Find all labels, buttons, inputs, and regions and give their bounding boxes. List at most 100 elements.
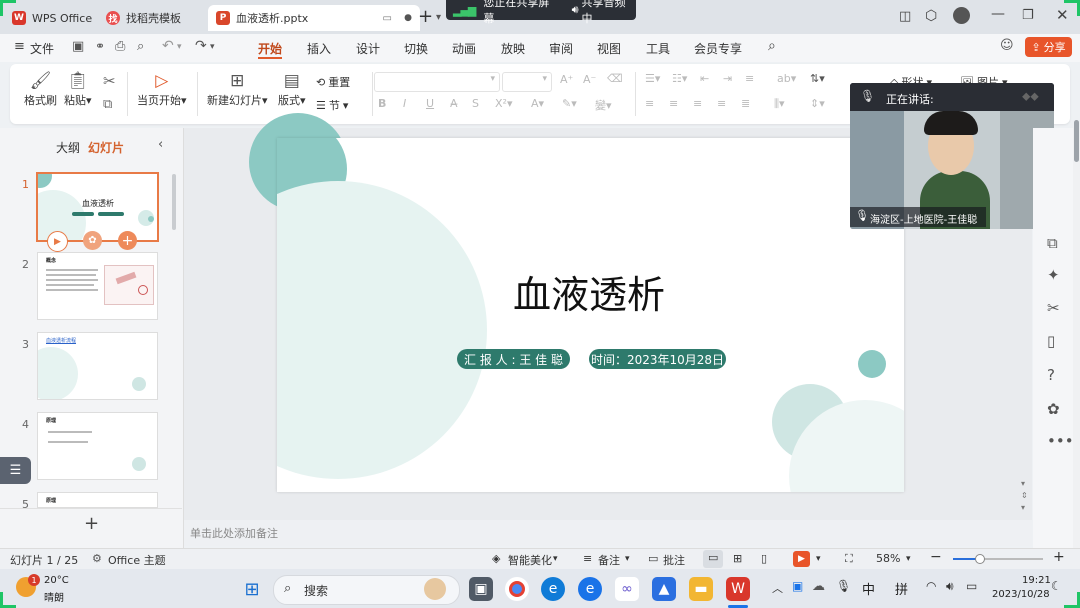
notes-button[interactable]: 备注 — [598, 552, 620, 568]
columns-icon[interactable]: ⫼▾ — [774, 97, 785, 111]
text-direction-icon[interactable]: ⇕▾ — [810, 97, 825, 110]
new-tab-plus-icon[interactable]: + — [418, 6, 433, 27]
bullet-list-icon[interactable]: ☰▾ — [645, 72, 660, 85]
thumbnail-scrollbar[interactable] — [172, 174, 176, 230]
tab-outline[interactable]: 大纲 — [56, 139, 80, 156]
strikethrough-icon[interactable]: A̶ — [450, 97, 458, 110]
numbered-list-icon[interactable]: ☷▾ — [672, 72, 687, 85]
print-preview-icon[interactable]: ⌕ — [137, 39, 144, 54]
photos-app-icon[interactable]: ▲ — [652, 577, 676, 601]
zoom-slider-thumb[interactable] — [975, 554, 985, 564]
chrome-icon[interactable] — [505, 577, 529, 601]
zoom-out-icon[interactable]: − — [930, 549, 942, 565]
effects-panel-icon[interactable]: ✿ — [1047, 400, 1060, 418]
redo-icon[interactable]: ↷ — [195, 38, 207, 54]
menu-file[interactable]: 文件 — [30, 40, 54, 57]
decrease-indent-icon[interactable]: ⇤ — [700, 72, 709, 85]
volume-icon[interactable]: 🔊︎ — [946, 579, 954, 594]
reporter-label[interactable]: 汇 报 人 : 王 佳 聪 — [457, 349, 570, 369]
video-call-overlay[interactable]: 🎙︎ 正在讲话: ⬥⬥ 🎙︎ 海淀区-上地医院-王佳聪 — [850, 83, 1054, 229]
menu-review[interactable]: 审阅 — [549, 40, 573, 57]
beautify-button[interactable]: 智能美化 — [508, 552, 552, 568]
task-view-icon[interactable]: ▣ — [469, 577, 493, 601]
line-spacing-icon[interactable]: ≡ — [745, 72, 754, 85]
chat-bubble-icon[interactable]: ☺ — [1000, 38, 1014, 53]
zoom-level[interactable]: 58% — [876, 552, 900, 565]
italic-icon[interactable]: I — [403, 97, 406, 110]
tools-panel-icon[interactable]: ✂ — [1047, 299, 1060, 317]
chevron-down-icon[interactable]: ▾ — [553, 554, 558, 564]
video-options-icon[interactable]: ⬥⬥ — [1022, 89, 1039, 104]
menu-design[interactable]: 设计 — [356, 40, 380, 57]
play-from-current-button[interactable]: ▷ 当页开始▾ — [137, 70, 187, 108]
zoom-slider[interactable] — [953, 554, 1043, 564]
justify-icon[interactable]: ≡ — [717, 97, 726, 110]
night-mode-icon[interactable]: ☾ — [1051, 579, 1062, 593]
new-slide-button[interactable]: ⊞ 新建幻灯片▾ — [207, 70, 268, 108]
slideshow-play-button[interactable]: ▶ — [793, 551, 810, 567]
hamburger-icon[interactable]: ≡ — [14, 39, 25, 54]
beautify-panel-icon[interactable]: ✦ — [1047, 266, 1060, 284]
zoom-in-icon[interactable]: + — [1053, 549, 1065, 565]
microphone-tray-icon[interactable]: 🎙︎ — [836, 579, 851, 593]
menu-animation[interactable]: 动画 — [452, 40, 476, 57]
menu-transitions[interactable]: 切换 — [404, 40, 428, 57]
reading-view-icon[interactable]: ▯ — [761, 552, 767, 565]
vertical-scrollbar[interactable] — [1073, 120, 1080, 548]
chevron-down-icon[interactable]: ▾ — [816, 554, 821, 564]
undo-dropdown-icon[interactable]: ▾ — [177, 42, 182, 52]
clock-time[interactable]: 19:21 — [1022, 575, 1051, 586]
tray-app-icon[interactable]: ▣ — [792, 579, 803, 593]
format-painter-button[interactable]: 🖌︎ 格式刷 — [24, 70, 57, 108]
bold-icon[interactable]: B — [378, 97, 386, 110]
help-icon[interactable]: ? — [1047, 366, 1055, 384]
increase-indent-icon[interactable]: ⇥ — [723, 72, 732, 85]
align-right-icon[interactable]: ≡ — [693, 97, 702, 110]
copy-panel-icon[interactable]: ⧉ — [1047, 234, 1058, 252]
theme-name[interactable]: Office 主题 — [108, 552, 166, 568]
wifi-icon[interactable]: ◠ — [926, 579, 936, 593]
grow-font-icon[interactable]: A⁺ — [560, 73, 573, 86]
tray-overflow-icon[interactable]: ︿ — [772, 580, 783, 596]
scroll-page-controls[interactable]: ▾ ⇕ ▾ — [1021, 478, 1028, 514]
menu-member[interactable]: 会员专享 — [694, 40, 742, 57]
book-panel-icon[interactable]: ▯ — [1047, 332, 1055, 350]
menu-home[interactable]: 开始 — [258, 40, 282, 57]
edge-icon[interactable]: e — [541, 577, 565, 601]
copy-icon[interactable]: ⧉ — [103, 97, 112, 112]
unsaved-dot-icon[interactable]: ● — [404, 13, 412, 23]
print-icon[interactable]: ⎙ — [115, 39, 125, 54]
chevron-down-icon[interactable]: ▾ — [436, 12, 441, 23]
underline-icon[interactable]: U — [426, 97, 434, 110]
tab-templates[interactable]: 找 找稻壳模板 — [98, 5, 189, 31]
play-slide-icon[interactable]: ▶ — [47, 231, 68, 252]
font-color-icon[interactable]: A▾ — [531, 97, 544, 110]
sort-icon[interactable]: ⇅▾ — [810, 72, 825, 85]
chevron-down-icon[interactable]: ▾ — [625, 554, 630, 564]
ime-language[interactable]: 中 — [862, 579, 875, 598]
date-label[interactable]: 时间：2023年10月28日 — [589, 349, 726, 369]
slide-title[interactable]: 血液透析 — [513, 264, 665, 319]
highlight-icon[interactable]: ✎▾ — [562, 97, 577, 110]
menu-slideshow[interactable]: 放映 — [501, 40, 525, 57]
add-slide-plus-icon[interactable]: + — [84, 513, 99, 534]
notes-pane[interactable]: 单击此处添加备注 — [184, 520, 1032, 546]
minimize-icon[interactable]: — — [991, 6, 1005, 22]
comments-button[interactable]: 批注 — [663, 552, 685, 568]
more-options-icon[interactable]: ••• — [1047, 432, 1074, 450]
char-spacing-icon[interactable]: 變▾ — [595, 97, 612, 113]
restore-icon[interactable]: ❐ — [1022, 8, 1034, 23]
slide-thumbnail-4[interactable]: 原理 — [37, 412, 158, 480]
fit-window-icon[interactable]: ⛶ — [845, 552, 853, 566]
paste-button[interactable]: 📋︎ 粘贴▾ — [64, 70, 92, 108]
distribute-icon[interactable]: ≣ — [741, 97, 750, 110]
reset-button[interactable]: ⟲ 重置 — [316, 74, 350, 90]
search-icon[interactable]: ⌕ — [768, 38, 776, 54]
font-family-select[interactable]: ▾ — [374, 72, 500, 92]
align-left-icon[interactable]: ≡ — [645, 97, 654, 110]
cube-icon[interactable]: ⬡ — [925, 8, 937, 24]
redo-dropdown-icon[interactable]: ▾ — [210, 42, 215, 52]
battery-icon[interactable]: ▭ — [966, 579, 977, 593]
user-avatar[interactable] — [953, 7, 970, 24]
normal-view-button[interactable]: ▭ — [703, 550, 723, 568]
